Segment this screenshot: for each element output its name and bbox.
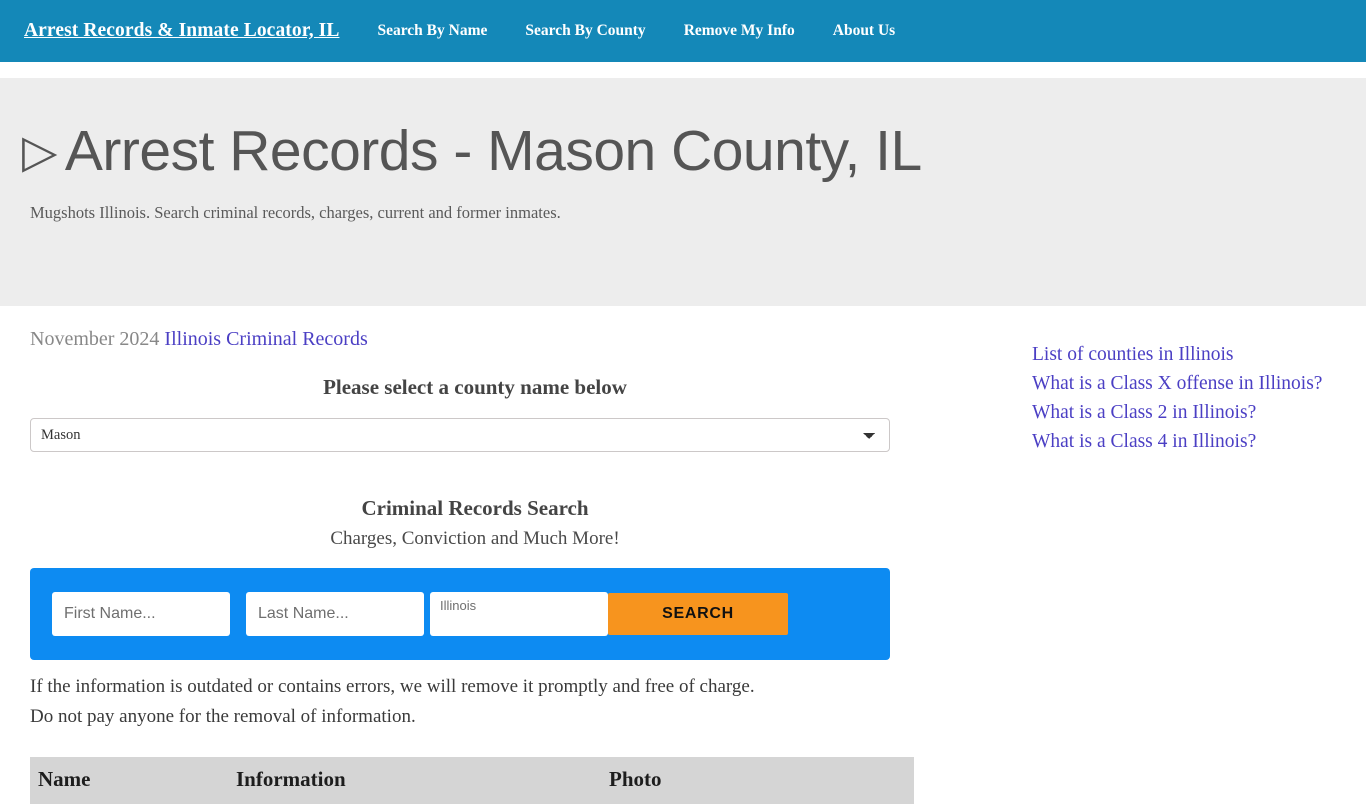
county-select[interactable]: Mason — [30, 418, 890, 452]
sidebar: List of counties in Illinois What is a C… — [1032, 328, 1332, 456]
county-select-heading: Please select a county name below — [30, 375, 920, 400]
disclaimer-line-2: Do not pay anyone for the removal of inf… — [30, 706, 416, 727]
search-button[interactable]: SEARCH — [608, 593, 788, 635]
main-layout: November 2024 Illinois Criminal Records … — [0, 306, 1366, 804]
nav-link-search-by-county[interactable]: Search By County — [525, 22, 645, 40]
top-navigation-bar: Arrest Records & Inmate Locator, IL Sear… — [0, 0, 1366, 62]
site-logo-link[interactable]: Arrest Records & Inmate Locator, IL — [24, 20, 339, 42]
dateline-link[interactable]: Illinois Criminal Records — [164, 328, 367, 350]
last-name-input[interactable] — [246, 592, 424, 636]
search-widget-title: Criminal Records Search — [30, 496, 920, 521]
navbar-hero-divider — [0, 62, 1366, 78]
dateline: November 2024 Illinois Criminal Records — [30, 328, 920, 351]
nav-link-search-by-name[interactable]: Search By Name — [377, 22, 487, 40]
main-nav: Search By Name Search By County Remove M… — [377, 22, 895, 40]
sidebar-link-list-of-counties[interactable]: List of counties in Illinois — [1032, 340, 1332, 369]
nav-link-about-us[interactable]: About Us — [833, 22, 895, 40]
table-header-photo: Photo — [601, 757, 914, 804]
removal-disclaimer: If the information is outdated or contai… — [30, 672, 900, 731]
records-table: Name Information Photo — [30, 757, 914, 804]
state-field-value: Illinois — [440, 598, 476, 613]
sidebar-link-class-x-offense[interactable]: What is a Class X offense in Illinois? — [1032, 369, 1332, 398]
nav-link-remove-my-info[interactable]: Remove My Info — [684, 22, 795, 40]
triangle-marker-icon: ▷ — [22, 125, 57, 177]
sidebar-link-class-4[interactable]: What is a Class 4 in Illinois? — [1032, 427, 1332, 456]
page-title: ▷Arrest Records - Mason County, IL — [22, 122, 1366, 182]
hero-section: ▷Arrest Records - Mason County, IL Mugsh… — [0, 78, 1366, 306]
search-widget-subtitle: Charges, Conviction and Much More! — [30, 528, 920, 550]
table-header-row: Name Information Photo — [30, 757, 914, 804]
sidebar-link-class-2[interactable]: What is a Class 2 in Illinois? — [1032, 398, 1332, 427]
state-field[interactable]: Illinois — [430, 592, 608, 636]
dateline-date: November 2024 — [30, 328, 159, 350]
main-content: November 2024 Illinois Criminal Records … — [30, 328, 920, 804]
hero-subtitle: Mugshots Illinois. Search criminal recor… — [30, 203, 1366, 223]
disclaimer-line-1: If the information is outdated or contai… — [30, 676, 755, 697]
table-header-information: Information — [228, 757, 601, 804]
table-header-name: Name — [30, 757, 228, 804]
page-title-text: Arrest Records - Mason County, IL — [65, 119, 922, 183]
first-name-input[interactable] — [52, 592, 230, 636]
search-widget-panel: Illinois SEARCH — [30, 568, 890, 660]
